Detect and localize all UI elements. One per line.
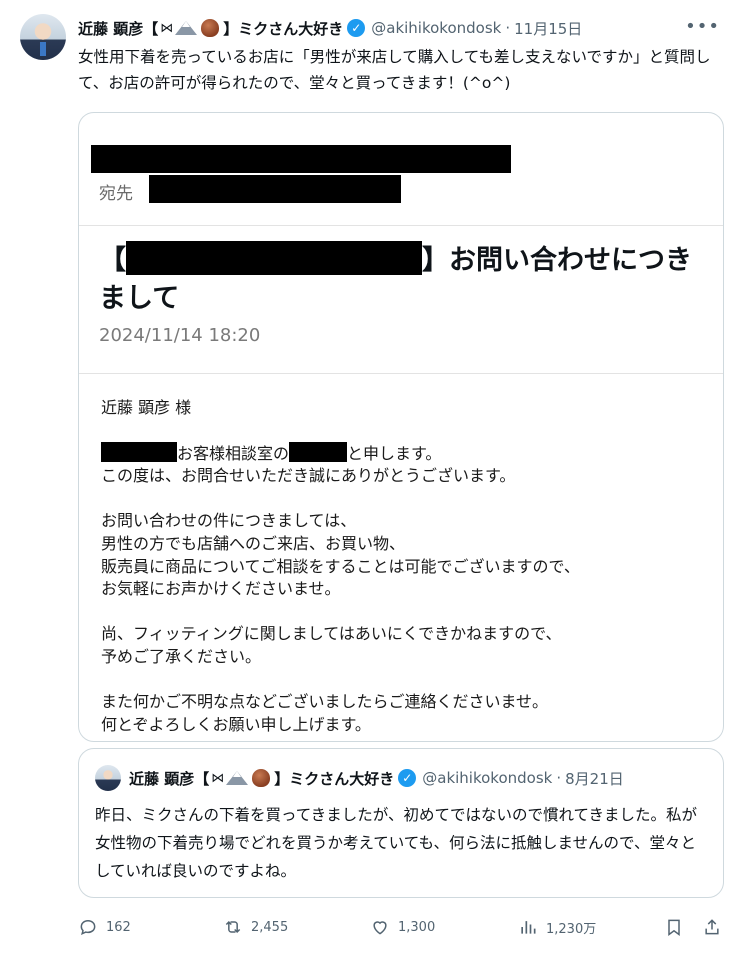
like-button[interactable]: 1,300 (370, 912, 435, 942)
email-intro-line2: この度は、お問合せいただき誠にありがとうございます。 (101, 466, 516, 486)
quoted-author-name: 近藤 顕彦【 (129, 769, 210, 788)
repost-button[interactable]: 2,455 (223, 912, 288, 942)
email-line: 販売員に商品についてご相談をすることは可能でございますので、 (101, 556, 580, 576)
repost-icon (225, 920, 241, 934)
views-count: 1,230万 (546, 921, 597, 937)
redacted-recipient-block (149, 175, 401, 203)
name-emojis: ⋈ (160, 19, 221, 37)
redacted-company-block (126, 241, 422, 275)
views-chart-icon (521, 921, 536, 934)
reply-count: 162 (106, 919, 131, 935)
quoted-tweet-header: 近藤 顕彦【 ⋈ 】ミクさん大好き ✓ @akihikokondosk · 8月… (129, 765, 711, 791)
email-line: 男性の方でも店舗へのご来店、お買い物、 (101, 533, 406, 553)
tweet-actions: 162 2,455 1,300 1,230万 (78, 912, 724, 942)
email-paragraph-4: また何かご不明な点などございましたらご連絡くださいませ。 何とぞよろしくお願い申… (101, 691, 701, 736)
redacted-staff-block (289, 441, 348, 462)
email-line: 尚、フィッティングに関しましてはあいにくできかねますので、 (101, 624, 562, 644)
email-intro-mid: お客様相談室の (177, 443, 290, 463)
email-paragraph-3: 尚、フィッティングに関しましてはあいにくできかねますので、 予めご了承ください。 (101, 623, 701, 668)
separator-dot: · (505, 19, 511, 37)
author-name[interactable]: 近藤 顕彦【 (78, 18, 158, 39)
bookmark-icon (668, 919, 680, 936)
reply-button[interactable]: 162 (78, 912, 131, 942)
share-icon (705, 919, 719, 935)
tweet-text: 女性用下着を売っているお店に「男性が来店して購入しても差し支えないですか」と質問… (78, 48, 711, 92)
heart-icon (373, 921, 387, 935)
reply-icon (80, 919, 96, 935)
author-name-suffix[interactable]: 】ミクさん大好き (223, 18, 343, 39)
email-line: お問い合わせの件につきましては、 (101, 511, 357, 531)
share-button[interactable] (702, 912, 730, 942)
email-paragraph-2: お問い合わせの件につきましては、 男性の方でも店舗へのご来店、お買い物、 販売員… (101, 510, 701, 600)
email-divider-top (79, 225, 723, 226)
author-handle[interactable]: @akihikokondosk (371, 19, 501, 37)
quoted-author-handle: @akihikokondosk (422, 769, 553, 787)
verified-badge-icon: ✓ (398, 769, 417, 787)
email-title: 【】お問い合わせにつきまして (99, 241, 699, 318)
email-to-label: 宛先 (99, 184, 133, 204)
redacted-store-block (101, 441, 177, 462)
more-options-icon[interactable]: ••• (685, 16, 720, 37)
email-line: また何かご不明な点などございましたらご連絡くださいませ。 (101, 692, 549, 712)
quoted-tweet-date: 8月21日 (565, 769, 624, 788)
tweet-header: 近藤 顕彦【 ⋈ 】ミクさん大好き ✓ @akihikokondosk · 11… (78, 14, 716, 42)
like-count: 1,300 (398, 919, 436, 935)
email-body: 近藤 顕彦 様 お客様相談室の と申します。 この度は、お問合せいただき誠にありが… (101, 397, 701, 736)
bowtie-icon: ⋈ (211, 770, 225, 786)
quoted-tweet-text: 昨日、ミクさんの下着を買ってきましたが、初めてではないので慣れてきました。私が女… (95, 806, 698, 880)
author-avatar[interactable] (20, 14, 66, 60)
redacted-subject-block (91, 145, 511, 173)
quoted-name-emojis: ⋈ (211, 769, 272, 787)
email-title-open: 【 (99, 245, 126, 276)
views-button[interactable]: 1,230万 (518, 912, 596, 942)
quoted-author-avatar[interactable] (95, 765, 121, 791)
chestnut-icon (201, 19, 220, 37)
email-line: 予めご了承ください。 (101, 646, 262, 666)
email-intro-end: と申します。 (347, 443, 442, 463)
mountain-icon (175, 21, 198, 35)
quoted-tweet[interactable]: 近藤 顕彦【 ⋈ 】ミクさん大好き ✓ @akihikokondosk · 8月… (78, 748, 724, 898)
email-line: お気軽にお声かけくださいませ。 (101, 579, 341, 599)
tweet[interactable]: 近藤 顕彦【 ⋈ 】ミクさん大好き ✓ @akihikokondosk · 11… (0, 0, 736, 953)
quoted-author-name-suffix: 】ミクさん大好き (274, 769, 395, 788)
email-date: 2024/11/14 18:20 (99, 325, 261, 346)
chestnut-icon (252, 769, 271, 787)
email-intro-line1: お客様相談室の と申します。 (101, 441, 701, 466)
bookmark-button[interactable] (664, 912, 692, 942)
email-screenshot-image[interactable]: 宛先 【】お問い合わせにつきまして 2024/11/14 18:20 近藤 顕彦… (78, 112, 724, 742)
repost-count: 2,455 (251, 919, 289, 935)
verified-badge-icon[interactable]: ✓ (347, 19, 366, 37)
email-greeting: 近藤 顕彦 様 (101, 398, 192, 417)
mountain-icon (226, 771, 249, 785)
bowtie-icon: ⋈ (160, 20, 174, 36)
tweet-date[interactable]: 11月15日 (514, 18, 582, 39)
email-line: 何とぞよろしくお願い申し上げます。 (101, 714, 371, 734)
separator-dot: · (556, 769, 562, 787)
email-divider-body (79, 373, 723, 374)
